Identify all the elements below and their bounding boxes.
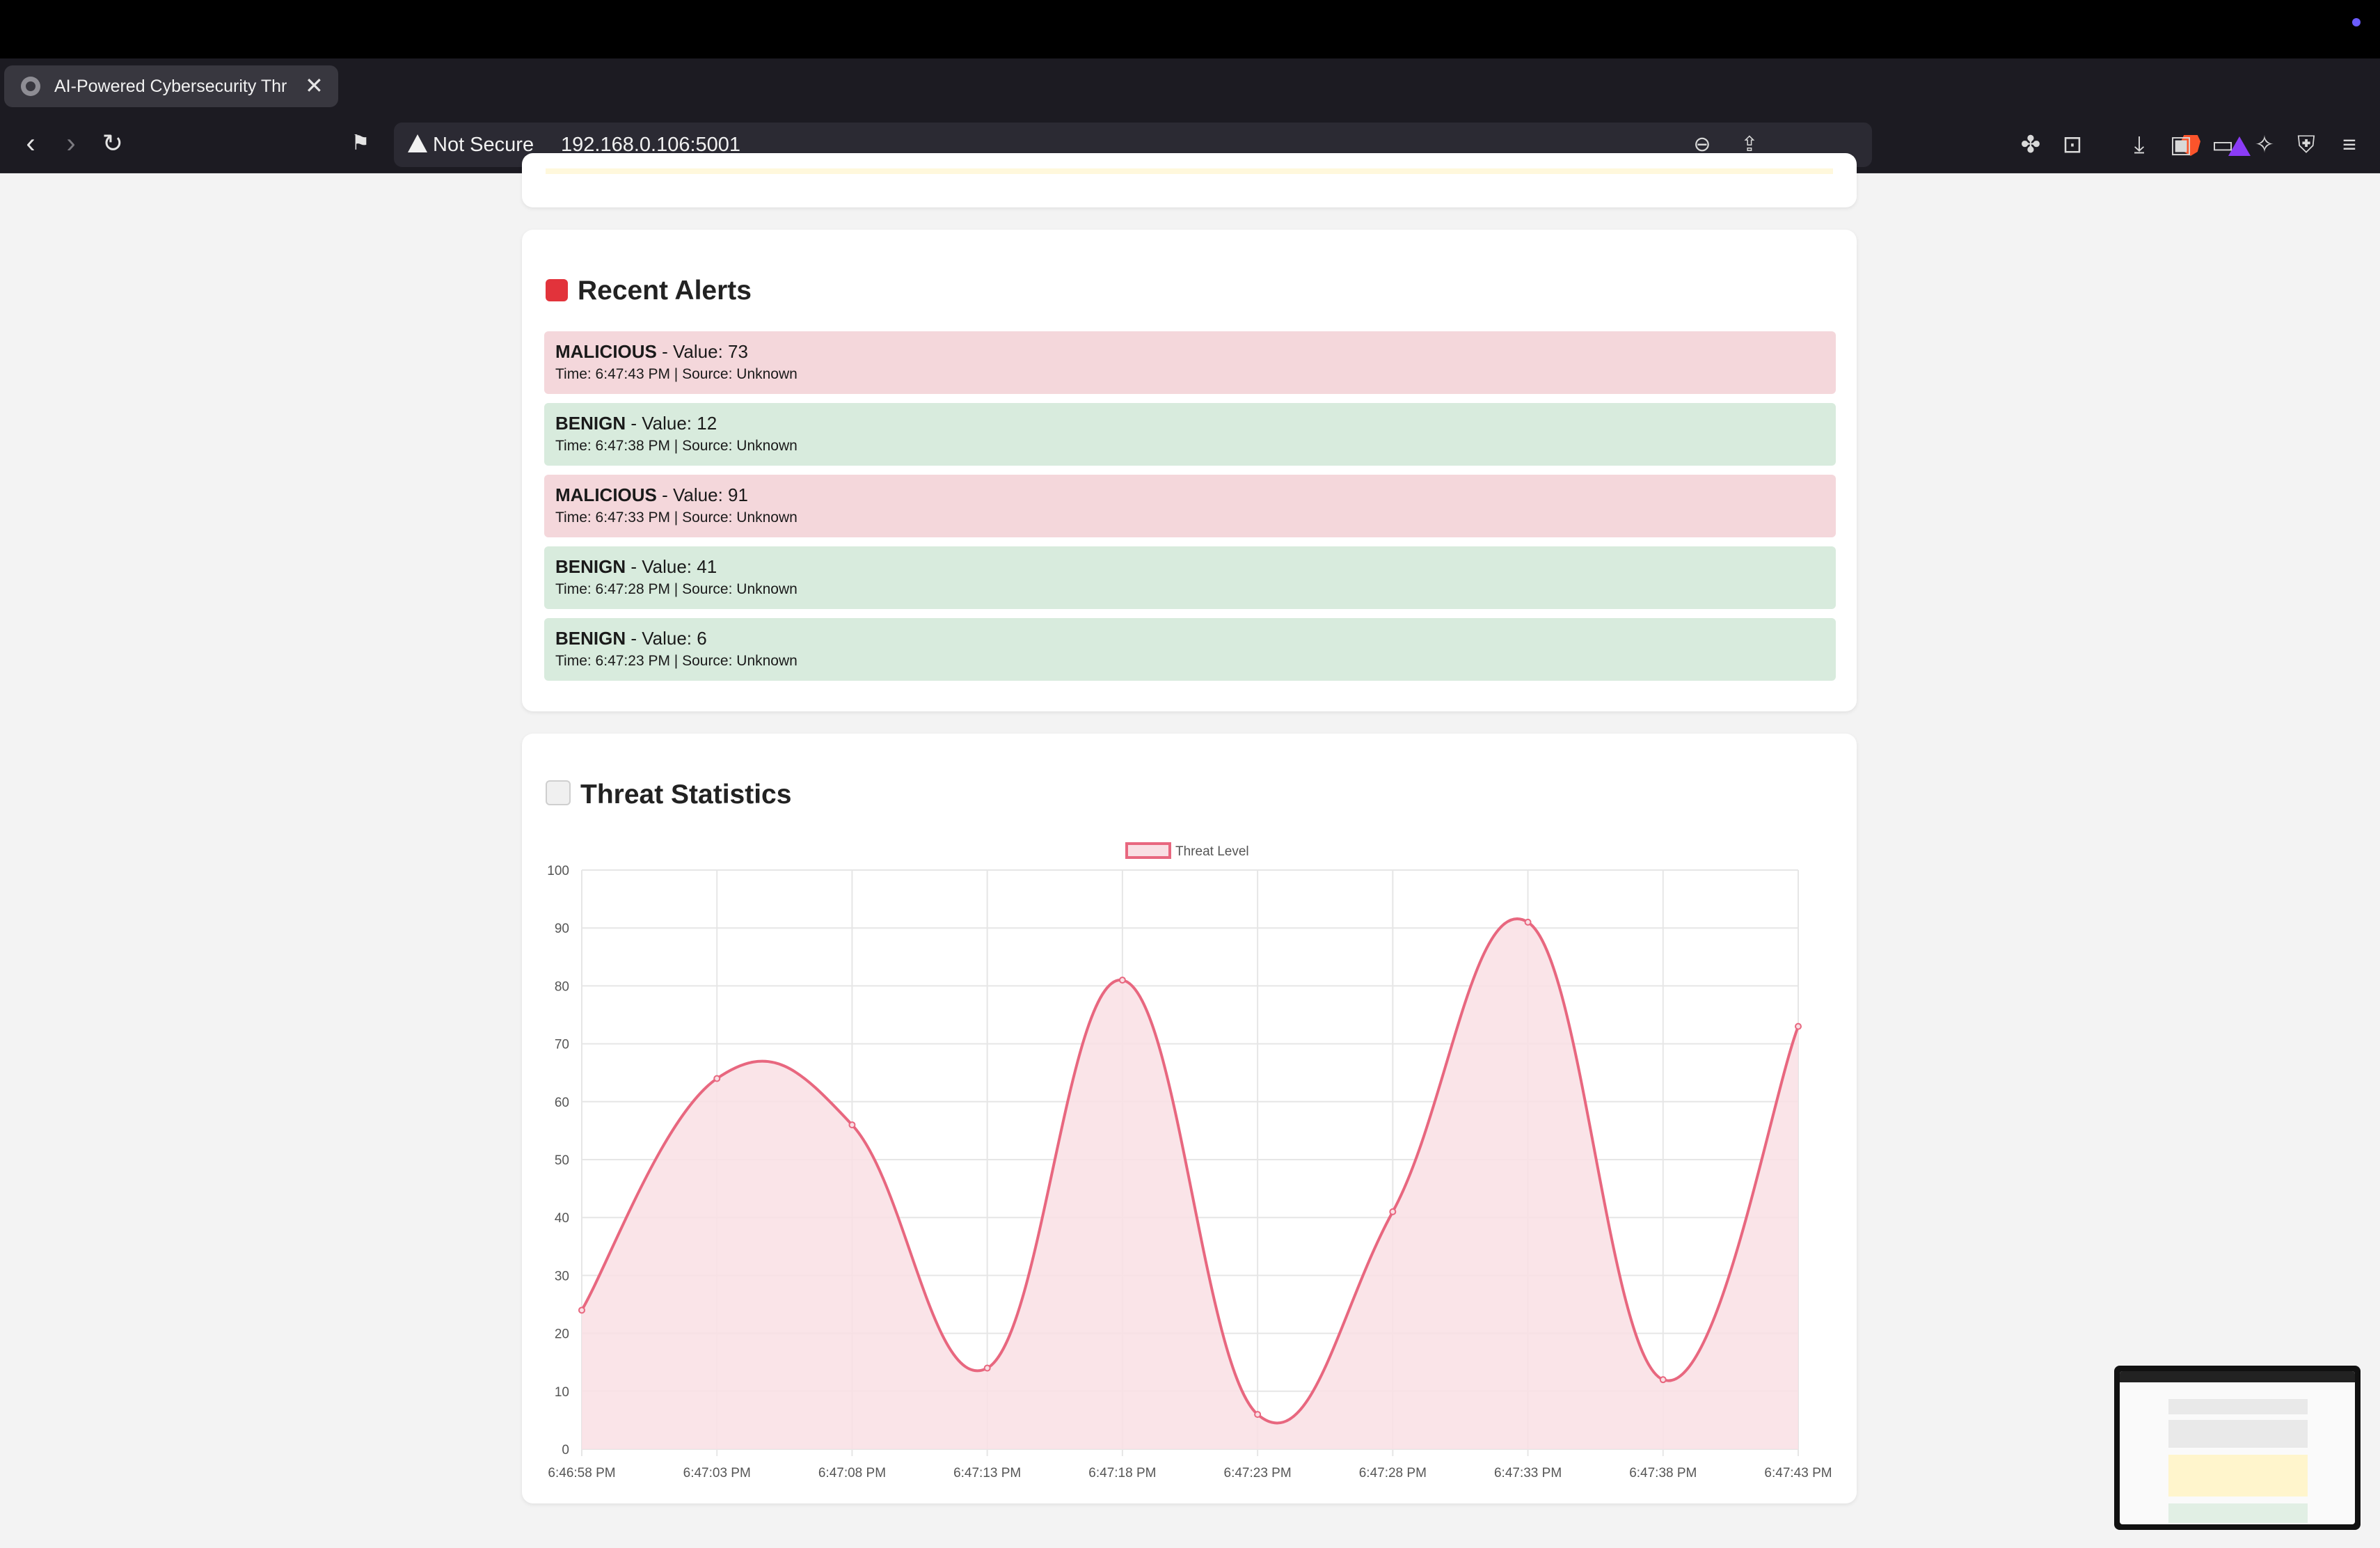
browser-tab[interactable]: AI-Powered Cybersecurity Thr ✕ [4,65,338,107]
y-tick-label: 80 [555,979,569,994]
security-label[interactable]: Not Secure [433,134,534,157]
bookmark-icon[interactable]: ⚑ [344,127,377,160]
alert-summary: MALICIOUS - Value: 91 [555,484,748,506]
data-point [1524,918,1532,926]
data-point [1659,1376,1667,1384]
x-tick-label: 6:47:03 PM [683,1466,751,1480]
y-tick-label: 0 [562,1443,569,1458]
back-icon[interactable]: ‹ [14,127,47,160]
x-tick-label: 6:47:38 PM [1629,1466,1697,1480]
reload-icon[interactable]: ↻ [96,127,129,160]
recent-alerts-heading: Recent Alerts [546,276,752,306]
data-point [1254,1411,1262,1419]
data-point [1795,1022,1802,1030]
search-tabs-icon[interactable]: ⊡ [2056,128,2089,161]
alert-summary: BENIGN - Value: 6 [555,628,707,649]
alert-type: MALICIOUS [555,341,657,362]
alert-item: BENIGN - Value: 41 Time: 6:47:28 PM | Sou… [544,546,1836,609]
threat-statistics-card: Threat Statistics 0 10 20 30 40 50 60 70 80 90 100… [522,734,1857,1503]
alert-item: MALICIOUS - Value: 91 Time: 6:47:33 PM | … [544,475,1836,537]
alert-value: - Value: 41 [626,556,717,577]
vpn-icon[interactable]: ⛨ [2290,128,2323,161]
alert-item: BENIGN - Value: 6 Time: 6:47:23 PM | Sour… [544,618,1836,681]
alert-value: - Value: 12 [626,413,717,434]
x-tick-label: 6:46:58 PM [548,1466,615,1480]
alert-summary: BENIGN - Value: 12 [555,413,717,434]
wallet-icon[interactable]: ▭ [2206,128,2239,161]
picture-in-picture-preview[interactable] [2114,1366,2361,1530]
alert-summary: BENIGN - Value: 41 [555,556,717,578]
alert-type: BENIGN [555,556,626,577]
alert-item: MALICIOUS - Value: 73 Time: 6:47:43 PM | … [544,331,1836,394]
legend-swatch [1125,842,1171,859]
y-tick-label: 70 [555,1038,569,1052]
legend-label: Threat Level [1175,844,1249,859]
data-point [983,1364,991,1372]
x-tick-label: 6:47:23 PM [1224,1466,1292,1480]
alert-type: BENIGN [555,628,626,649]
tab-strip: AI-Powered Cybersecurity Thr ✕ + [0,58,2380,152]
siren-icon [546,279,568,301]
sidebar-icon[interactable]: ▣ [2164,128,2198,161]
alert-value: - Value: 6 [626,628,707,649]
y-tick-label: 100 [547,864,569,878]
y-tick-label: 50 [555,1153,569,1168]
x-tick-label: 6:47:08 PM [818,1466,886,1480]
alert-value: - Value: 73 [656,341,748,362]
alert-item: BENIGN - Value: 12 Time: 6:47:38 PM | Sou… [544,403,1836,466]
alert-summary: MALICIOUS - Value: 73 [555,341,748,363]
data-point [848,1121,856,1129]
alert-meta: Time: 6:47:38 PM | Source: Unknown [555,438,798,454]
recent-alerts-card: Recent Alerts MALICIOUS - Value: 73 Time:… [522,230,1857,711]
x-tick-label: 6:47:43 PM [1764,1466,1832,1480]
alert-value: - Value: 91 [656,484,748,505]
x-tick-label: 6:47:28 PM [1359,1466,1427,1480]
data-point [713,1075,721,1082]
alert-meta: Time: 6:47:23 PM | Source: Unknown [555,653,798,669]
y-tick-label: 40 [555,1211,569,1226]
tab-title: AI-Powered Cybersecurity Thr [54,77,287,96]
alert-meta: Time: 6:47:43 PM | Source: Unknown [555,366,798,382]
y-tick-label: 30 [555,1269,569,1284]
threat-level-chart: 0 10 20 30 40 50 60 70 80 90 100 6:46:58 PM 6:47:03 … [547,842,1832,1480]
warning-icon [408,134,427,152]
tab-close-button[interactable]: ✕ [305,74,324,97]
x-tick-label: 6:47:13 PM [953,1466,1021,1480]
alert-type: BENIGN [555,413,626,434]
data-point [578,1306,585,1314]
recent-alerts-title: Recent Alerts [578,276,752,306]
x-tick-label: 6:47:18 PM [1088,1466,1156,1480]
x-tick-label: 6:47:33 PM [1494,1466,1562,1480]
status-dot-icon [2352,18,2361,26]
extensions-icon[interactable]: ✤ [2014,128,2047,161]
alert-meta: Time: 6:47:28 PM | Source: Unknown [555,581,798,597]
y-tick-label: 90 [555,922,569,936]
data-point [1118,977,1126,984]
menu-icon[interactable]: ≡ [2333,128,2366,161]
highlight-strip [546,168,1833,174]
alert-type: MALICIOUS [555,484,657,505]
y-tick-label: 10 [555,1385,569,1400]
alert-meta: Time: 6:47:33 PM | Source: Unknown [555,510,798,526]
previous-section-card [522,153,1857,207]
y-tick-label: 20 [555,1327,569,1342]
downloads-icon[interactable]: ⤓ [2123,128,2156,161]
forward-icon[interactable]: › [54,127,88,160]
y-tick-label: 60 [555,1096,569,1110]
data-point [1389,1208,1397,1215]
leo-ai-icon[interactable]: ✧ [2248,128,2281,161]
os-menu-bar [0,0,2380,58]
globe-icon [21,77,40,96]
